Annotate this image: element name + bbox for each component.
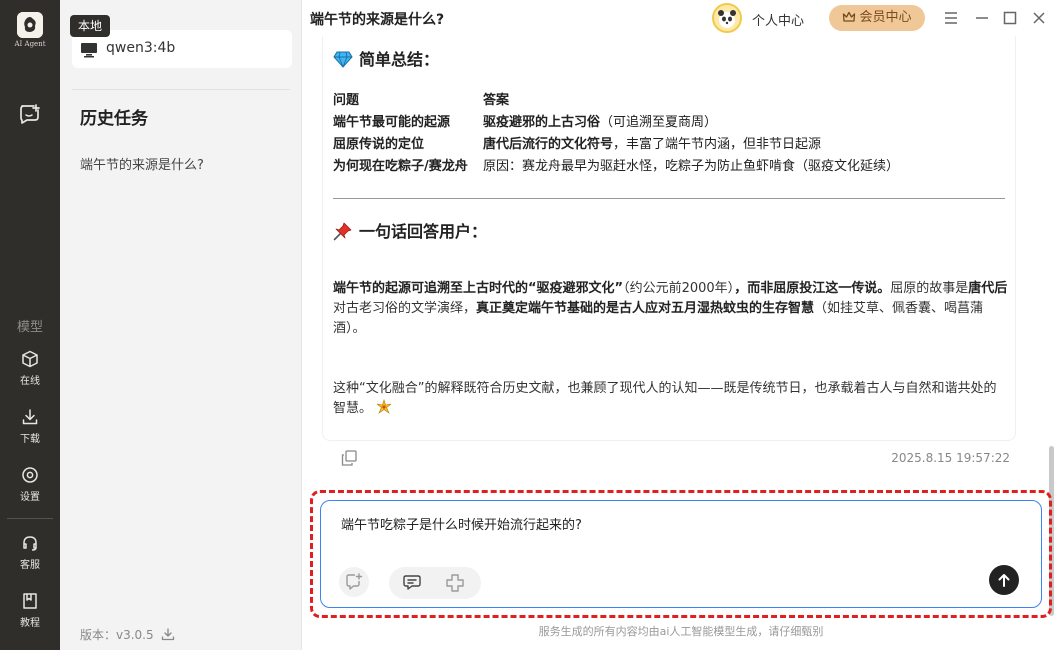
- rail-divider: [7, 518, 53, 519]
- summary-table: 问题 答案 端午节最可能的起源 驱疫避邪的上古习俗（可追溯至夏商周） 屈原传说的…: [333, 90, 899, 178]
- local-badge: 本地: [70, 15, 111, 37]
- nav-tutorial[interactable]: 教程: [0, 592, 60, 630]
- avatar[interactable]: [712, 3, 742, 33]
- close-button[interactable]: [1030, 9, 1048, 27]
- logo-icon: [17, 12, 43, 38]
- nav-download[interactable]: 下载: [0, 408, 60, 446]
- puzzle-icon: [446, 574, 464, 592]
- book-icon: [23, 593, 37, 609]
- headset-icon: [23, 536, 37, 551]
- table-cell-answer: 唐代后流行的文化符号，丰富了端午节内涵，但非节日起源: [483, 137, 822, 152]
- new-topic-icon: [346, 573, 363, 590]
- table-cell-question: 屈原传说的定位: [333, 137, 425, 152]
- table-cell-answer: 原因：赛龙舟最早为驱赶水怪，吃粽子为防止鱼虾啃食（驱疫文化延续）: [483, 159, 900, 174]
- answer-paragraph: 端午节的起源可追溯至上古时代的“驱疫避邪文化”（约公元前2000年），而非屈原投…: [333, 281, 1008, 336]
- cube-icon: [22, 350, 38, 368]
- nav-online-label: 在线: [20, 376, 40, 387]
- nav-online[interactable]: 在线: [0, 350, 60, 388]
- nav-settings[interactable]: 设置: [0, 466, 60, 504]
- table-row: 为何现在吃粽子/赛龙舟 原因：赛龙舟最早为驱赶水怪，吃粽子为防止鱼虾啃食（驱疫文…: [333, 156, 899, 178]
- sparkle-icon: [376, 398, 392, 414]
- model-name: qwen3:4b: [106, 40, 176, 56]
- version-info[interactable]: 版本：v3.0.5: [80, 626, 175, 643]
- closing-paragraph: 这种“文化融合”的解释既符合历史文献，也兼顾了现代人的认知——既是传统节日，也承…: [333, 381, 997, 416]
- new-chat-button[interactable]: [19, 104, 41, 124]
- sidebar-divider: [72, 89, 290, 90]
- logo-text: AI Agent: [14, 40, 46, 48]
- table-cell-answer: 驱疫避邪的上古习俗（可追溯至夏商周）: [483, 115, 718, 130]
- maximize-button[interactable]: [1001, 9, 1019, 27]
- chat-input-box[interactable]: 端午节吃粽子是什么时候开始流行起来的?: [320, 500, 1042, 608]
- answer-heading: 一句话回答用户：: [333, 218, 487, 242]
- history-item[interactable]: 端午节的来源是什么?: [80, 154, 204, 173]
- monitor-icon: [81, 43, 97, 58]
- nav-support[interactable]: 客服: [0, 534, 60, 572]
- app-logo[interactable]: AI Agent: [12, 12, 48, 48]
- nav-settings-label: 设置: [20, 492, 40, 503]
- table-header-answer: 答案: [483, 93, 510, 108]
- arrow-up-icon: [998, 574, 1010, 587]
- summary-heading: 简单总结：: [333, 46, 439, 70]
- answer-heading-text: 一句话回答用户：: [359, 222, 488, 241]
- section-divider: [333, 198, 1005, 199]
- table-row: 屈原传说的定位 唐代后流行的文化符号，丰富了端午节内涵，但非节日起源: [333, 134, 899, 156]
- menu-button[interactable]: [942, 9, 960, 27]
- table-cell-question: 端午节最可能的起源: [333, 115, 451, 130]
- vip-center-button[interactable]: 会员中心: [829, 5, 925, 31]
- assistant-message: 简单总结： 问题 答案 端午节最可能的起源 驱疫避邪的上古习俗（可追溯至夏商周）…: [322, 36, 1016, 441]
- message-meta: 2025.8.15 19:57:22: [322, 446, 1016, 470]
- chat-bubbles-icon: [403, 575, 421, 590]
- settings-icon: [22, 467, 38, 483]
- vip-center-label: 会员中心: [859, 10, 912, 25]
- plugin-button[interactable]: [445, 573, 465, 593]
- pushpin-icon: [333, 222, 352, 241]
- panda-avatar-icon: [718, 10, 736, 28]
- table-row: 端午节最可能的起源 驱疫避邪的上古习俗（可追溯至夏商周）: [333, 112, 899, 134]
- chat-mode-button[interactable]: [403, 573, 423, 593]
- chat-input-field[interactable]: 端午节吃粽子是什么时候开始流行起来的?: [341, 514, 981, 533]
- user-center-link[interactable]: 个人中心: [752, 10, 804, 29]
- top-bar: 端午节的来源是什么? 个人中心 会员中心: [302, 0, 1060, 36]
- ai-disclaimer: 服务生成的所有内容均由ai人工智能模型生成，请仔细甄别: [538, 625, 824, 638]
- table-cell-question: 为何现在吃粽子/赛龙舟: [333, 159, 468, 174]
- close-icon: [1033, 12, 1045, 24]
- crown-icon: [843, 11, 856, 22]
- chat-title: 端午节的来源是什么?: [310, 12, 445, 28]
- new-chat-icon: [20, 104, 40, 124]
- table-header-question: 问题: [333, 93, 360, 108]
- maximize-icon: [1003, 11, 1017, 25]
- nav-tutorial-label: 教程: [20, 618, 40, 629]
- summary-heading-text: 简单总结：: [359, 50, 440, 69]
- gem-icon: [333, 51, 353, 68]
- minimize-icon: [976, 17, 988, 19]
- sidebar: qwen3:4b 历史任务 端午节的来源是什么? 版本：v3.0.5: [60, 0, 302, 650]
- update-download-icon: [162, 628, 175, 641]
- history-title: 历史任务: [80, 109, 148, 129]
- table-header-row: 问题 答案: [333, 90, 899, 112]
- minimize-button[interactable]: [973, 9, 991, 27]
- hamburger-icon: [945, 12, 957, 24]
- download-icon: [22, 409, 38, 425]
- nav-support-label: 客服: [20, 560, 40, 571]
- send-button[interactable]: [989, 565, 1019, 595]
- message-timestamp: 2025.8.15 19:57:22: [891, 451, 1010, 465]
- nav-download-label: 下载: [20, 434, 40, 445]
- copy-icon[interactable]: [340, 449, 358, 467]
- input-tool-group: [389, 567, 481, 599]
- version-label: 版本：v3.0.5: [80, 628, 154, 642]
- left-rail: AI Agent 模型 在线 下载 设置 客服 教程: [0, 0, 60, 650]
- new-topic-button[interactable]: [339, 567, 369, 597]
- model-section-label: 模型: [16, 320, 43, 335]
